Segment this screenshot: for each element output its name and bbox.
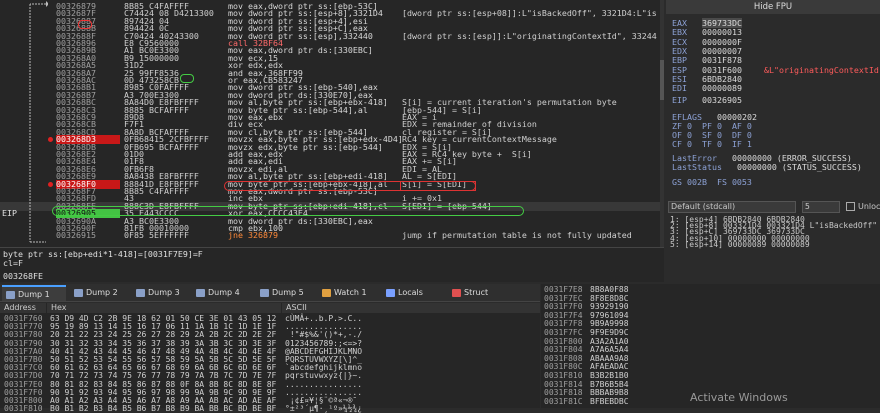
- register-comment: &L"originatingContextId": [764, 64, 880, 75]
- highlight-byte-89: [78, 20, 92, 29]
- register-name: EIP: [672, 95, 687, 105]
- register-value[interactable]: 00000000 (STATUS_SUCCESS): [737, 162, 862, 172]
- tab-label: Dump 5: [272, 288, 304, 297]
- col-address-header[interactable]: Address: [0, 303, 46, 313]
- tab-dump-5[interactable]: Dump 5: [256, 285, 314, 301]
- tab-icon: [74, 289, 83, 297]
- tab-locals[interactable]: Locals: [382, 285, 444, 301]
- tab-icon: [196, 289, 205, 297]
- disasm-comment: jump if permutation table is not fully u…: [402, 231, 632, 241]
- activation-watermark: Activate Windows: [690, 391, 788, 404]
- breakpoint-icon[interactable]: [48, 181, 53, 187]
- tab-dump-2[interactable]: Dump 2: [70, 285, 128, 301]
- tab-icon: [136, 289, 145, 297]
- tab-label: Locals: [398, 288, 423, 297]
- tab-label: Dump 2: [86, 288, 118, 297]
- highlight-green-instruction: [52, 206, 524, 216]
- stack-view[interactable]: 0031F7E8 8B8A0F88 0031F7EC 8F8E8D8C 0031F7F0…: [541, 284, 880, 408]
- flags-row[interactable]: CF 0 TF 0 IF 1: [672, 140, 752, 149]
- info-box: byte ptr ss:[ebp+edi*1-418]=[0031F7E9]=F…: [0, 247, 664, 282]
- dump-row[interactable]: 0031F810 B0 B1 B2 B3 B4 B5 B6 B7 B8 B9 BA…: [0, 404, 540, 413]
- tab-watch-1[interactable]: Watch 1: [318, 285, 378, 301]
- tab-label: Dump 4: [208, 288, 240, 297]
- unlock-checkbox[interactable]: [846, 202, 855, 211]
- disasm-instruction: jne 326879: [228, 230, 278, 241]
- call-stack-args-panel: Default (stdcall) 5 Unlock 1: [esp+4] 6B…: [666, 198, 880, 249]
- stack-value: BFBEBDBC: [590, 396, 629, 406]
- tab-icon: [452, 289, 461, 297]
- stack-address: 0031F81C: [544, 396, 583, 406]
- tab-label: Dump 3: [148, 288, 180, 297]
- unlock-label: Unlock: [858, 202, 880, 211]
- tab-dump-1[interactable]: Dump 1: [2, 285, 66, 301]
- memory-dump[interactable]: Address Hex ASCII 0031F760 63 D9 4D C2 2B…: [0, 303, 540, 413]
- tab-dump-4[interactable]: Dump 4: [192, 285, 252, 301]
- dump-tabs: Dump 1 Dump 2 Dump 3 Dump 4 Dump 5 Watch 1 Loc…: [0, 284, 540, 302]
- breakpoint-icon[interactable]: [48, 137, 53, 143]
- highlight-byte-0f: [180, 74, 194, 83]
- disasm-scrollbar-thumb[interactable]: [660, 60, 664, 100]
- tab-icon: [6, 291, 15, 299]
- hide-fpu-button[interactable]: Hide FPU: [666, 0, 880, 14]
- col-ascii-header[interactable]: ASCII: [282, 303, 540, 313]
- tab-dump-3[interactable]: Dump 3: [132, 285, 188, 301]
- tab-icon: [322, 289, 331, 297]
- col-hex-header[interactable]: Hex: [47, 303, 281, 313]
- disasm-bytes: 0F85 5EFFFFFF: [124, 230, 189, 241]
- register-value[interactable]: 00000089: [702, 83, 742, 93]
- info-line-3: 003268FE: [3, 271, 43, 281]
- jump-arrows: [29, 1, 48, 243]
- segment-registers: GS 002B FS 0053: [672, 177, 752, 187]
- info-line-1: byte ptr ss:[ebp+edi*1-418]=[0031F7E9]=F: [3, 249, 203, 259]
- register-name: EDI: [672, 83, 687, 94]
- disasm-scrollbar[interactable]: [660, 0, 664, 247]
- info-line-2: cl=F: [3, 258, 23, 268]
- disasm-address: 00326915: [56, 230, 96, 241]
- tab-struct[interactable]: Struct: [448, 285, 504, 301]
- tab-label: Dump 1: [18, 290, 50, 299]
- arg-row[interactable]: 5: [esp+14] 00000089 00000089: [670, 240, 810, 249]
- register-name: LastStatus: [672, 162, 722, 172]
- register-row[interactable]: EDI 00000089: [672, 84, 742, 93]
- dump-ascii: °±²³´µ¶·¸¹º»¼½¾¿: [285, 404, 363, 413]
- register-value[interactable]: 00326905: [702, 95, 742, 105]
- dump-hex: B0 B1 B2 B3 B4 B5 B6 B7 B8 B9 BA BB BC B…: [50, 404, 277, 413]
- registers-panel: Hide FPU EAX 369733DC EBX 00000013 ECX 000…: [666, 0, 880, 198]
- tab-label: Watch 1: [334, 288, 367, 297]
- arg-count-spinner[interactable]: 5: [802, 201, 840, 213]
- calling-convention-select[interactable]: Default (stdcall): [668, 201, 796, 213]
- tab-label: Struct: [464, 288, 489, 297]
- dump-address: 0031F810: [4, 404, 43, 413]
- tab-icon: [386, 289, 395, 297]
- stack-row[interactable]: 0031F81C BFBEBDBC: [544, 396, 629, 406]
- tab-icon: [260, 289, 269, 297]
- register-row[interactable]: EIP 00326905: [672, 96, 742, 105]
- register-row[interactable]: LastStatus 00000000 (STATUS_SUCCESS): [672, 163, 862, 172]
- disasm-row[interactable]: 00326915 0F85 5EFFFFFF jne 326879 jump if p…: [0, 231, 664, 240]
- highlight-red-comment: [400, 181, 476, 191]
